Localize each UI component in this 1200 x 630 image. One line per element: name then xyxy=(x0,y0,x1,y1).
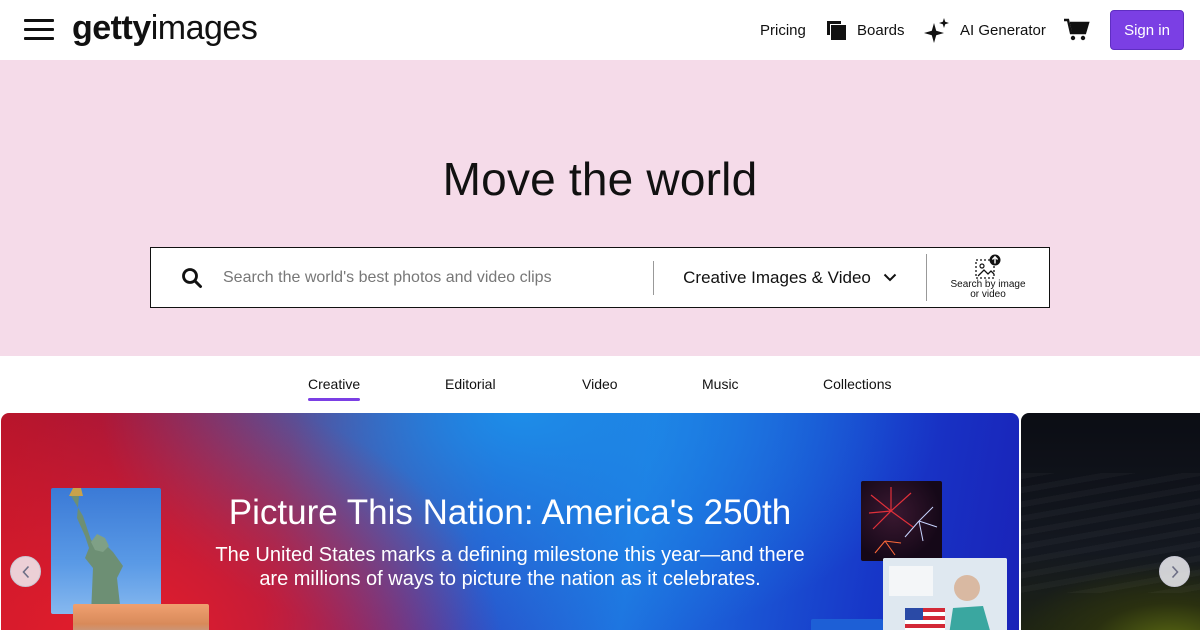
chevron-left-icon xyxy=(21,565,29,578)
tab-music[interactable]: Music xyxy=(702,376,739,392)
sign-in-button[interactable]: Sign in xyxy=(1110,10,1184,50)
carousel-next-button[interactable] xyxy=(1159,556,1190,587)
beach-photo-thumbnail xyxy=(73,604,209,630)
pricing-label: Pricing xyxy=(760,21,806,39)
carousel-slide-america-250[interactable]: Picture This Nation: America's 250th The… xyxy=(1,413,1019,630)
search-icon[interactable] xyxy=(181,267,203,289)
tab-collections[interactable]: Collections xyxy=(823,376,891,392)
media-type-dropdown[interactable]: Creative Images & Video xyxy=(654,248,926,307)
fireworks-image xyxy=(861,481,942,561)
cart-button[interactable] xyxy=(1064,0,1100,60)
tab-editorial[interactable]: Editorial xyxy=(445,376,496,392)
sparkle-icon xyxy=(924,18,949,43)
search-bar: Creative Images & Video Search by image … xyxy=(150,247,1050,308)
image-upload-icon xyxy=(975,254,1001,279)
tab-creative[interactable]: Creative xyxy=(308,376,361,401)
getty-images-logo[interactable]: gettyimages xyxy=(72,6,258,50)
ai-generator-link[interactable]: AI Generator xyxy=(924,0,1046,60)
top-navigation-bar: gettyimages Pricing Boards AI Generator … xyxy=(0,0,1200,60)
slide-subtitle: The United States marks a defining miles… xyxy=(215,544,805,590)
hero-section: Move the world Creative Images & Video xyxy=(0,60,1200,356)
tab-video[interactable]: Video xyxy=(582,376,618,392)
chevron-right-icon xyxy=(1171,565,1179,578)
search-by-image-button[interactable]: Search by image or video xyxy=(927,248,1049,307)
boards-label: Boards xyxy=(857,21,905,39)
boards-icon xyxy=(827,20,846,40)
menu-icon[interactable] xyxy=(24,19,54,41)
search-input[interactable] xyxy=(223,260,643,296)
blue-photo-thumbnail xyxy=(811,619,883,630)
pricing-link[interactable]: Pricing xyxy=(760,0,806,60)
chevron-down-icon xyxy=(883,273,897,282)
ai-generator-label: AI Generator xyxy=(960,21,1046,39)
carousel-slide-next[interactable] xyxy=(1021,413,1200,630)
hero-title: Move the world xyxy=(442,153,758,205)
celebration-photo-thumbnail xyxy=(883,558,1007,630)
boards-link[interactable]: Boards xyxy=(826,0,905,60)
content-type-tabs: Creative Editorial Video Music Collectio… xyxy=(0,356,1200,412)
cart-icon xyxy=(1064,18,1090,41)
search-by-image-label: Search by image or video xyxy=(950,279,1026,300)
carousel-previous-button[interactable] xyxy=(10,556,41,587)
media-type-selected: Creative Images & Video xyxy=(683,267,871,287)
